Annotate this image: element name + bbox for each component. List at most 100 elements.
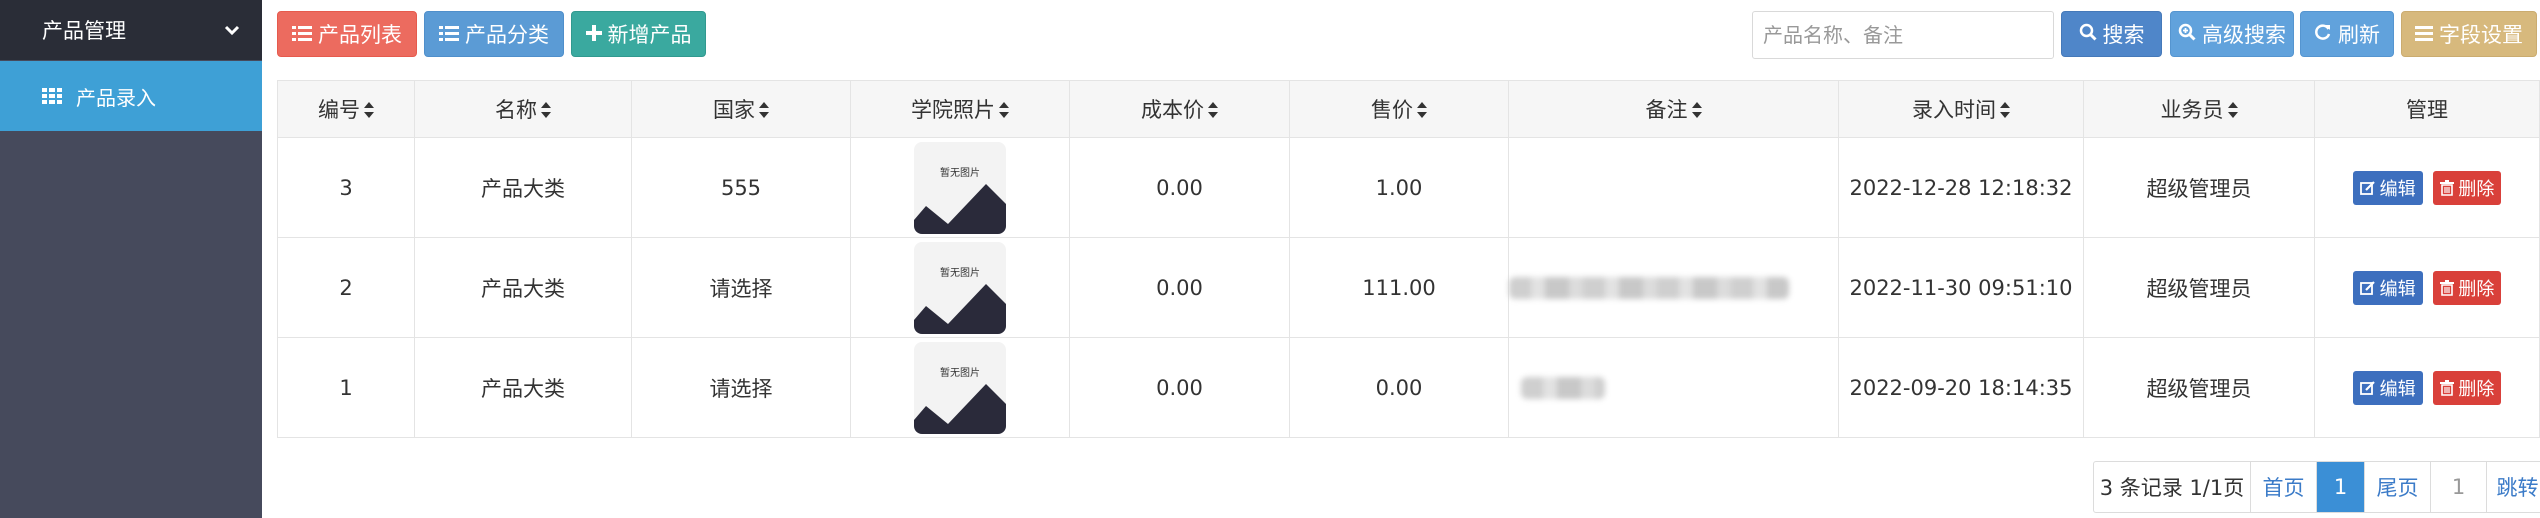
list-icon [439,22,459,46]
column-header-staff[interactable]: 业务员 [2083,80,2315,138]
sort-icon[interactable] [999,99,1009,123]
edit-button[interactable]: 编辑 [2352,370,2423,405]
delete-label: 删除 [2458,378,2495,400]
sidebar-item-product-entry[interactable]: 产品录入 [0,61,262,131]
no-image-placeholder[interactable]: 暂无图片 [914,341,1006,434]
sort-icon[interactable] [364,99,374,123]
table-row: 1 产品大类 请选择 暂无图片 0.00 0.00 2022-09-20 18:… [277,337,2540,438]
header-label: 编号 [318,98,360,122]
add-product-button[interactable]: 新增产品 [571,11,706,57]
refresh-button[interactable]: 刷新 [2300,11,2394,57]
advanced-search-label: 高级搜索 [2202,23,2286,47]
cell-manage: 编辑 删除 [2314,137,2540,238]
column-header-id[interactable]: 编号 [277,80,415,138]
product-table-container: 编号 名称 国家 学院照片 成本价 售价 备注 录入时间 业务员 管理 3 产品… [277,80,2540,438]
refresh-icon [2314,22,2332,46]
cell-name: 产品大类 [414,237,632,338]
table-header-row: 编号 名称 国家 学院照片 成本价 售价 备注 录入时间 业务员 管理 [277,80,2540,138]
product-list-label: 产品列表 [318,23,402,47]
product-list-button[interactable]: 产品列表 [277,11,417,57]
cell-staff: 超级管理员 [2083,137,2315,238]
sort-icon[interactable] [759,99,769,123]
trash-icon [2440,179,2455,196]
edit-button[interactable]: 编辑 [2352,270,2423,305]
sort-icon[interactable] [1417,99,1427,123]
sort-icon[interactable] [541,99,551,123]
cell-country: 请选择 [631,337,851,438]
column-header-created[interactable]: 录入时间 [1838,80,2084,138]
column-header-price[interactable]: 售价 [1289,80,1509,138]
column-header-note[interactable]: 备注 [1508,80,1839,138]
column-header-manage: 管理 [2314,80,2540,138]
cell-note [1508,337,1839,438]
edit-label: 编辑 [2379,278,2416,300]
cell-created: 2022-12-28 12:18:32 [1838,137,2084,238]
header-label: 成本价 [1141,98,1204,122]
pagination-last[interactable]: 尾页 [2364,462,2430,512]
product-table: 编号 名称 国家 学院照片 成本价 售价 备注 录入时间 业务员 管理 3 产品… [277,80,2540,438]
cell-cost: 0.00 [1069,137,1290,238]
column-header-country[interactable]: 国家 [631,80,851,138]
edit-label: 编辑 [2379,378,2416,400]
field-settings-label: 字段设置 [2439,23,2523,47]
sidebar: 产品管理 产品录入 [0,0,262,518]
header-label: 学院照片 [911,98,995,122]
cell-id: 2 [277,237,415,338]
cell-id: 1 [277,337,415,438]
field-settings-button[interactable]: 字段设置 [2401,11,2537,57]
no-image-placeholder[interactable]: 暂无图片 [914,141,1006,234]
header-label: 售价 [1371,98,1413,122]
cell-name: 产品大类 [414,337,632,438]
sidebar-section-product-management[interactable]: 产品管理 [0,0,262,60]
delete-label: 删除 [2458,278,2495,300]
column-header-photo[interactable]: 学院照片 [850,80,1070,138]
cell-staff: 超级管理员 [2083,237,2315,338]
cell-id: 3 [277,137,415,238]
pagination-current-page[interactable]: 1 [2316,462,2364,512]
cell-note [1508,137,1839,238]
trash-icon [2440,379,2455,396]
app-root: 产品管理 产品录入 产品列表 产品分类 新增产品 产品名称、备注 搜索 高级搜索… [0,0,2540,518]
plus-icon [585,22,602,46]
pagination-jump-button[interactable]: 跳转 [2486,462,2540,512]
advanced-search-button[interactable]: 高级搜索 [2170,11,2294,57]
sort-icon[interactable] [2000,99,2010,123]
no-image-placeholder[interactable]: 暂无图片 [914,241,1006,334]
product-category-button[interactable]: 产品分类 [424,11,564,57]
menu-icon [2415,22,2433,46]
mountain-icon [914,283,1006,334]
column-header-name[interactable]: 名称 [414,80,632,138]
edit-label: 编辑 [2379,178,2416,200]
delete-label: 删除 [2458,178,2495,200]
cell-price: 1.00 [1289,137,1509,238]
edit-icon [2359,280,2375,295]
trash-icon [2440,279,2455,296]
sidebar-section-title: 产品管理 [42,19,126,43]
chevron-down-icon[interactable] [224,24,240,36]
header-label: 管理 [2406,98,2448,122]
pagination-page-input[interactable]: 1 [2430,462,2486,512]
cell-price: 0.00 [1289,337,1509,438]
search-button[interactable]: 搜索 [2061,11,2162,57]
sort-icon[interactable] [1208,99,1218,123]
list-icon [292,22,312,46]
delete-button[interactable]: 删除 [2433,370,2502,405]
edit-button[interactable]: 编辑 [2352,170,2423,205]
mountain-icon [914,383,1006,434]
column-header-cost[interactable]: 成本价 [1069,80,1290,138]
pagination: 3 条记录 1/1页 首页 1 尾页 1 跳转 [2093,461,2540,513]
cell-name: 产品大类 [414,137,632,238]
refresh-label: 刷新 [2338,23,2380,47]
cell-manage: 编辑 删除 [2314,337,2540,438]
delete-button[interactable]: 删除 [2433,170,2502,205]
add-product-label: 新增产品 [607,23,692,47]
cell-photo: 暂无图片 [850,237,1070,338]
delete-button[interactable]: 删除 [2433,270,2502,305]
zoom-search-icon [2178,22,2196,46]
pagination-first[interactable]: 首页 [2250,462,2316,512]
cell-staff: 超级管理员 [2083,337,2315,438]
header-label: 国家 [713,98,755,122]
sort-icon[interactable] [2227,99,2238,123]
search-input[interactable] [1752,11,2054,59]
sort-icon[interactable] [1691,99,1702,123]
